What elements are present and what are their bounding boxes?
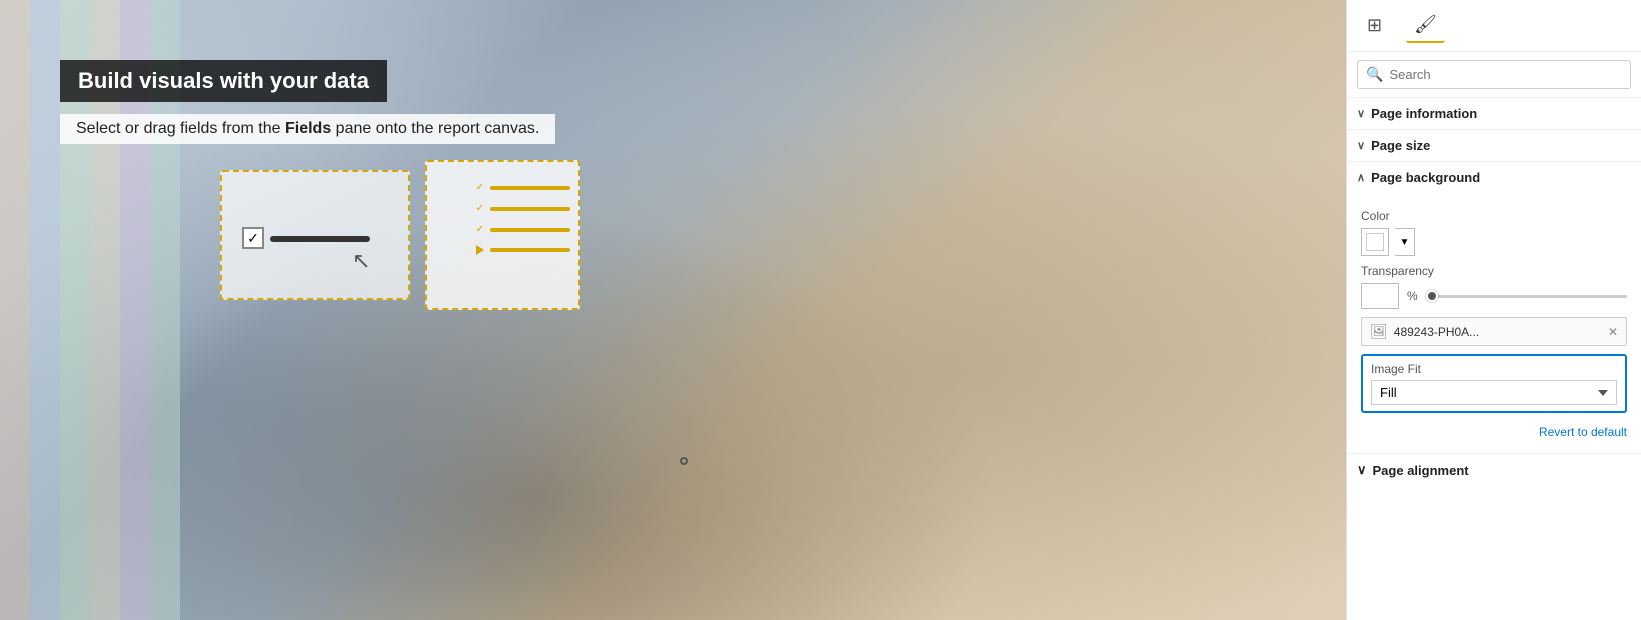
color-label: Color	[1361, 209, 1627, 223]
canvas-area: Build visuals with your data Select or d…	[0, 0, 1346, 620]
search-input[interactable]	[1389, 67, 1622, 82]
format-icon-btn[interactable]: 🖌	[1406, 8, 1445, 43]
image-fit-section: Image Fit Fill Fit Stretch Normal Tile	[1361, 354, 1627, 413]
subtext-box: Select or drag fields from the Fields pa…	[60, 114, 555, 144]
canvas-content: Build visuals with your data Select or d…	[60, 60, 555, 144]
visualizations-icon-btn[interactable]: ⊞	[1359, 9, 1390, 42]
illus-row-2: ✓	[476, 203, 570, 214]
transparency-input[interactable]: 0	[1361, 283, 1399, 309]
illus-row-3: ✓	[476, 224, 570, 235]
illus-rows: ✓ ✓ ✓	[476, 182, 570, 255]
transparency-slider-thumb[interactable]	[1426, 290, 1438, 302]
subtext-bold: Fields	[285, 120, 331, 137]
illus-window-left: ✓ ↖	[220, 170, 410, 300]
section-page-size[interactable]: ∨ Page size	[1347, 129, 1641, 161]
revert-link-container: Revert to default	[1361, 423, 1627, 441]
image-file-row: 🖼 489243-PH0A... ✕	[1361, 317, 1627, 346]
section-page-size-label: Page size	[1371, 138, 1430, 153]
transparency-label: Transparency	[1361, 264, 1627, 278]
chevron-page-size: ∨	[1357, 139, 1365, 152]
search-field-container: 🔍	[1357, 60, 1631, 89]
color-swatch	[1366, 233, 1384, 251]
mouse-cursor	[680, 457, 688, 465]
illus-checkbox: ✓	[242, 227, 264, 249]
illus-cursor: ↖	[352, 248, 370, 274]
chevron-down-icon: ▼	[1400, 237, 1410, 248]
chevron-page-information: ∨	[1357, 107, 1365, 120]
image-fit-select[interactable]: Fill Fit Stretch Normal Tile	[1371, 380, 1617, 405]
panel-icons-bar: ⊞ 🖌	[1347, 0, 1641, 52]
image-file-close-button[interactable]: ✕	[1608, 325, 1618, 339]
illustration: ✓ ↖ ✓ ✓ ✓	[220, 160, 580, 340]
section-page-information[interactable]: ∨ Page information	[1347, 97, 1641, 129]
page-background-content: Color ▼ Transparency 0 % 🖼 489243-PH0A..…	[1347, 193, 1641, 453]
illus-row-1: ✓	[476, 182, 570, 193]
chevron-page-alignment: ∨	[1357, 462, 1367, 478]
image-file-icon: 🖼	[1370, 323, 1388, 340]
format-paintbrush-icon: 🖌	[1414, 14, 1437, 35]
subtext-suffix: pane onto the report canvas.	[331, 120, 539, 137]
subtext-text: Select or drag fields from the Fields pa…	[76, 120, 539, 137]
revert-to-default-link[interactable]: Revert to default	[1539, 425, 1627, 439]
section-page-background-label: Page background	[1371, 170, 1480, 185]
illus-window-right: ✓ ✓ ✓	[425, 160, 580, 310]
search-icon: 🔍	[1366, 66, 1383, 83]
color-dropdown-button[interactable]: ▼	[1395, 228, 1415, 256]
color-swatch-button[interactable]	[1361, 228, 1389, 256]
chevron-page-background: ∧	[1357, 171, 1365, 184]
image-file-name: 489243-PH0A...	[1394, 325, 1602, 339]
color-row: ▼	[1361, 228, 1627, 256]
illus-row-4	[476, 245, 570, 255]
image-fit-label: Image Fit	[1371, 362, 1617, 376]
headline-box: Build visuals with your data	[60, 60, 387, 102]
transparency-row: 0 %	[1361, 283, 1627, 309]
headline-text: Build visuals with your data	[78, 68, 369, 93]
transparency-slider-track[interactable]	[1426, 295, 1627, 298]
section-page-information-label: Page information	[1371, 106, 1477, 121]
section-page-alignment[interactable]: ∨ Page alignment	[1347, 453, 1641, 486]
percent-label: %	[1407, 289, 1418, 303]
visualizations-icon: ⊞	[1367, 15, 1382, 36]
subtext-prefix: Select or drag fields from the	[76, 120, 285, 137]
section-page-background[interactable]: ∧ Page background	[1347, 161, 1641, 193]
section-page-alignment-label: Page alignment	[1373, 463, 1469, 478]
illus-drag-line	[270, 236, 370, 242]
right-panel: ⊞ 🖌 🔍 ∨ Page information ∨ Page size ∧ P…	[1346, 0, 1641, 620]
